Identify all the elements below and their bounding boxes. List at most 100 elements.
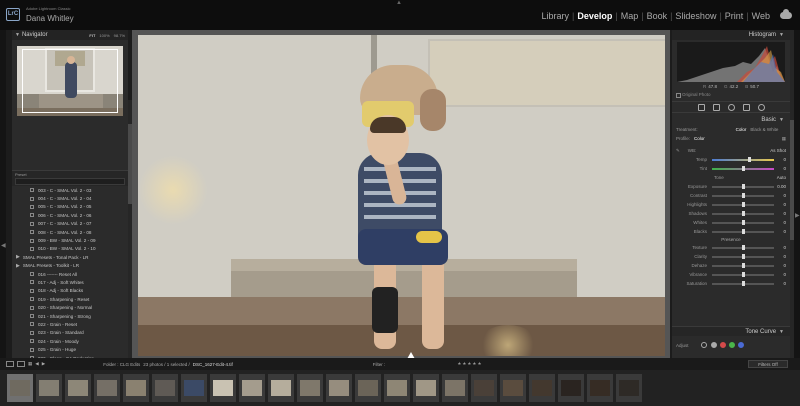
profile-browser-icon[interactable]: ▦	[782, 136, 786, 142]
slider-knob[interactable]	[742, 228, 745, 234]
edit-sliders-icon[interactable]	[697, 103, 705, 111]
filters-off-dropdown[interactable]: Filters Off	[748, 360, 788, 368]
tone-curve-header[interactable]: Tone Curve ▼	[672, 326, 790, 336]
slider-value[interactable]: 0	[783, 193, 786, 198]
slider-knob[interactable]	[742, 262, 745, 268]
slider-knob[interactable]	[742, 244, 745, 250]
channel-dot-icon[interactable]	[728, 342, 735, 348]
filmstrip-thumbnail[interactable]	[65, 374, 91, 402]
slider-track[interactable]	[712, 219, 774, 225]
disclosure-triangle-icon[interactable]: ▼	[779, 329, 784, 335]
wb-select[interactable]: As Shot	[770, 148, 786, 153]
filmstrip-thumbnail[interactable]	[152, 374, 178, 402]
right-panel-edge[interactable]: ▶	[794, 30, 800, 358]
filmstrip-thumbnail[interactable]	[471, 374, 497, 402]
disclosure-triangle-icon[interactable]: ▶	[16, 263, 20, 269]
crop-icon[interactable]	[712, 103, 720, 111]
filmstrip-thumbnail[interactable]	[587, 374, 613, 402]
selected-file-name[interactable]: DSC_1627-Edit-4.tif	[193, 362, 233, 367]
slider-knob[interactable]	[748, 156, 752, 162]
slider-value[interactable]: 0	[783, 272, 786, 277]
filmstrip-thumbnail[interactable]	[297, 374, 323, 402]
identity-plate[interactable]: Dana Whitley	[26, 14, 74, 23]
preset-item[interactable]: 009 - BW - SMAL Vol. 2 - 09	[16, 236, 128, 244]
module-print[interactable]: Print	[723, 11, 746, 21]
preset-item[interactable]: 007 - C - SMAL Vol. 2 - 07	[16, 220, 128, 228]
zoom-custom[interactable]: 98.7%	[114, 33, 125, 38]
slider-knob[interactable]	[742, 183, 745, 189]
slider-knob[interactable]	[742, 210, 745, 216]
filmstrip-thumbnail[interactable]	[36, 374, 62, 402]
masking-icon[interactable]	[757, 103, 765, 111]
profile-select[interactable]: Color	[694, 136, 705, 141]
slider-value[interactable]: 0	[783, 281, 786, 286]
preset-item[interactable]: 008 - C - SMAL Vol. 2 - 08	[16, 228, 128, 236]
disclosure-triangle-icon[interactable]: ▶	[16, 254, 20, 260]
slider-value[interactable]: 0	[783, 254, 786, 259]
filmstrip-thumbnail[interactable]	[210, 374, 236, 402]
grid-icon[interactable]: ▦	[28, 361, 32, 367]
preset-item[interactable]: 019 - Sharpening - Reset	[16, 295, 128, 303]
disclosure-triangle-icon[interactable]: ▼	[779, 32, 784, 38]
preset-item[interactable]: 020 - Sharpening - Normal	[16, 303, 128, 311]
filmstrip-thumbnail[interactable]	[94, 374, 120, 402]
preset-item[interactable]: 017 - Adj - Soft Whites	[16, 278, 128, 286]
module-map[interactable]: Map	[619, 11, 641, 21]
channel-dot-icon[interactable]	[737, 342, 744, 348]
channel-dot-icon[interactable]	[719, 342, 726, 348]
histogram-header[interactable]: Histogram ▼	[672, 30, 790, 40]
disclosure-triangle-icon[interactable]: ▼	[779, 117, 784, 123]
preset-group[interactable]: ▶ SMAL Presets - Toolkit - LR	[16, 262, 128, 270]
slider-track[interactable]	[712, 156, 774, 162]
filmstrip-thumbnail[interactable]	[181, 374, 207, 402]
preset-item[interactable]: 010 - BW - SMAL Vol. 2 - 10	[16, 245, 128, 253]
filmstrip-thumbnail[interactable]	[529, 374, 555, 402]
second-window-icon[interactable]	[17, 361, 25, 367]
left-panel-edge[interactable]: ◀	[0, 30, 6, 358]
preset-item[interactable]: 003 - C - SMAL Vol. 2 - 03	[16, 186, 128, 194]
source-folder[interactable]: Folder : CLG Edits	[103, 362, 140, 367]
slider-value[interactable]: 0	[783, 202, 786, 207]
filmstrip-thumbnail[interactable]	[355, 374, 381, 402]
module-develop[interactable]: Develop	[575, 11, 614, 21]
main-window-icon[interactable]	[6, 361, 14, 367]
preset-item[interactable]: 006 - C - SMAL Vol. 2 - 06	[16, 211, 128, 219]
filmstrip-thumbnail[interactable]	[239, 374, 265, 402]
slider-track[interactable]	[712, 271, 774, 277]
slider-knob[interactable]	[742, 201, 745, 207]
module-slideshow[interactable]: Slideshow	[673, 11, 718, 21]
preset-item[interactable]: 022 - Grain - Reset	[16, 320, 128, 328]
slider-knob[interactable]	[742, 280, 745, 286]
preset-item[interactable]: 018 - Adj - Soft Blacks	[16, 287, 128, 295]
tone-auto-button[interactable]: Auto	[777, 175, 786, 180]
slider-value[interactable]: 0	[783, 263, 786, 268]
preset-item[interactable]: 021 - Sharpening - Strong	[16, 312, 128, 320]
preset-item[interactable]: 025 - Grain - Huge	[16, 345, 128, 353]
eyedropper-icon[interactable]: ✎	[676, 148, 680, 154]
navigator-view-box[interactable]	[22, 49, 118, 113]
filmstrip-thumbnail[interactable]	[123, 374, 149, 402]
slider-track[interactable]	[712, 192, 774, 198]
preset-item[interactable]: 024 - Grain - Moody	[16, 337, 128, 345]
slider-value[interactable]: 0	[783, 166, 786, 171]
back-arrow-icon[interactable]: ◀	[35, 361, 38, 367]
disclosure-triangle-icon[interactable]: ▼	[15, 32, 20, 38]
filmstrip-thumbnail[interactable]	[413, 374, 439, 402]
filmstrip-thumbnail[interactable]	[500, 374, 526, 402]
filmstrip-thumbnail[interactable]	[616, 374, 642, 402]
rating-filter[interactable]: ★★★★★	[457, 361, 482, 367]
red-eye-icon[interactable]	[742, 103, 750, 111]
filmstrip-thumbnail[interactable]	[268, 374, 294, 402]
slider-track[interactable]	[712, 280, 774, 286]
collapse-right-panel-icon[interactable]: ▶	[795, 212, 800, 219]
module-library[interactable]: Library	[539, 11, 571, 21]
slider-knob[interactable]	[742, 253, 745, 259]
module-book[interactable]: Book	[645, 11, 670, 21]
slider-knob[interactable]	[742, 271, 745, 277]
filmstrip-thumbnail[interactable]	[7, 374, 33, 402]
preset-item[interactable]: 005 - C - SMAL Vol. 2 - 05	[16, 203, 128, 211]
slider-value[interactable]: 0	[783, 220, 786, 225]
collapse-left-panel-icon[interactable]: ◀	[1, 242, 6, 249]
slider-track[interactable]	[712, 228, 774, 234]
preset-group[interactable]: ▶ SMAL Presets - Tonal Pack - LR	[16, 253, 128, 261]
